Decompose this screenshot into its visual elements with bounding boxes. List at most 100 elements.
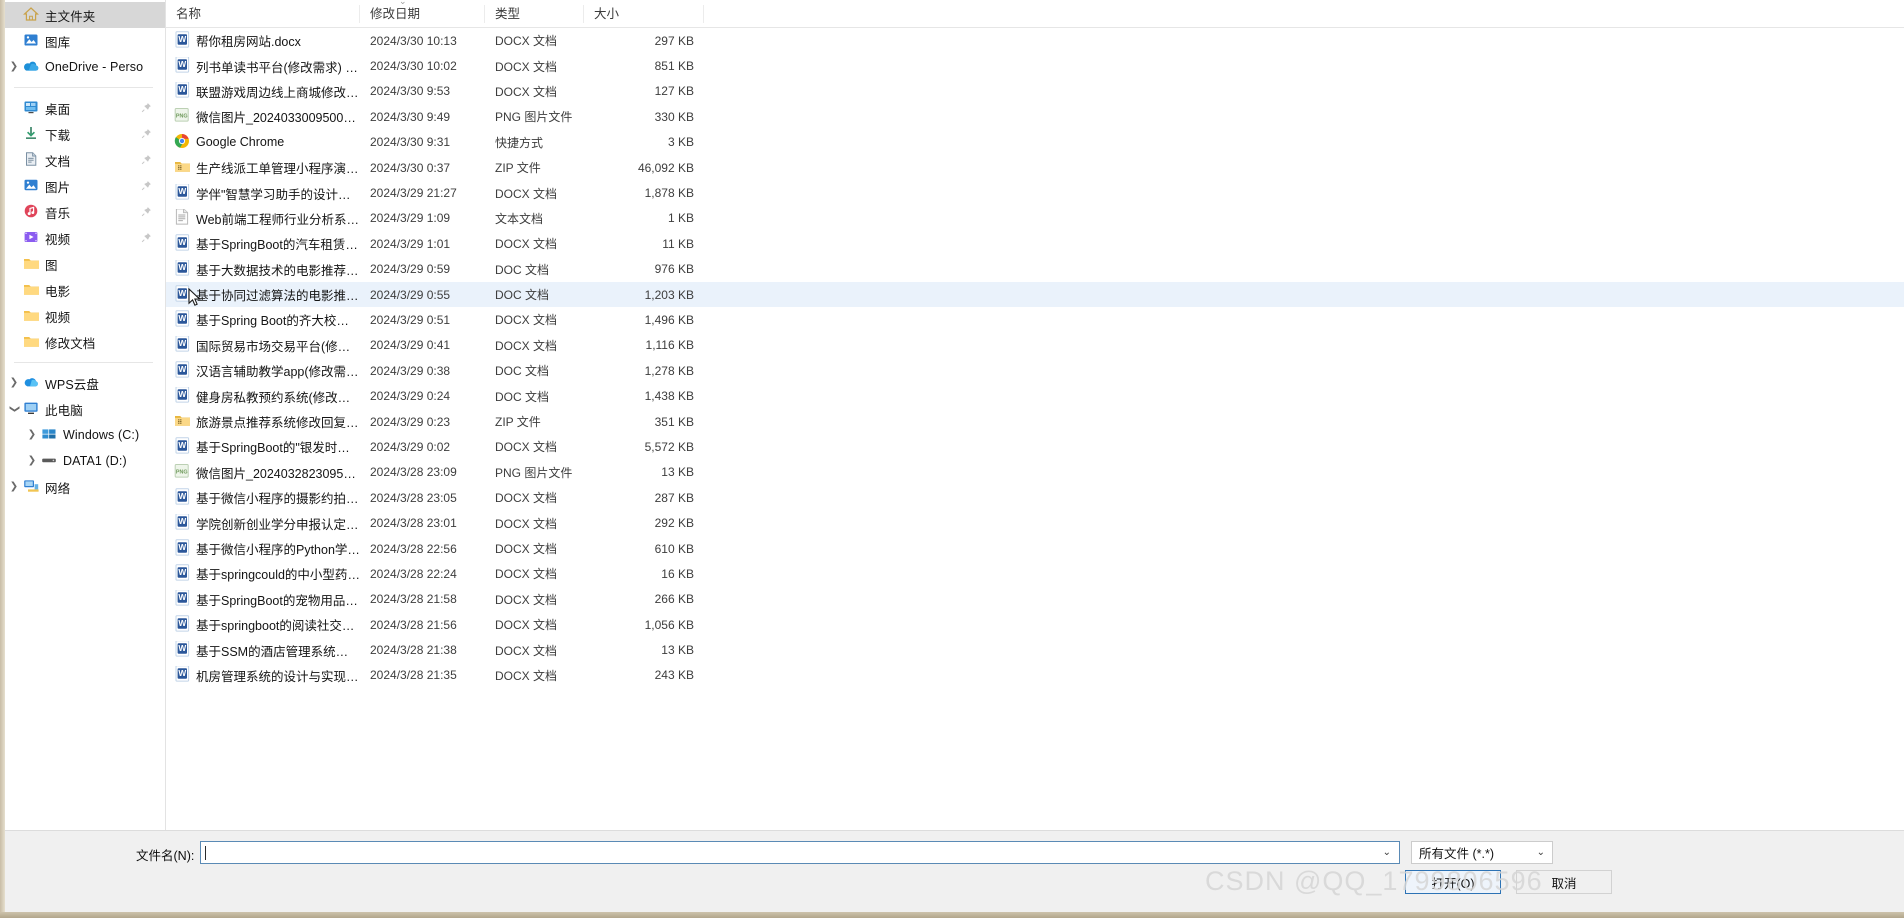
file-list-pane[interactable]: 名称 修改日期 类型 大小 ⌄ W 帮你租房网站.docx 2024/3/30 10… bbox=[166, 0, 1904, 830]
file-name-cell[interactable]: W 基于协同过滤算法的电影推荐系统(修改... bbox=[166, 285, 360, 304]
sidebar-item-19[interactable]: ❯ 网络 bbox=[0, 474, 165, 500]
open-button[interactable]: 打开(O) bbox=[1405, 870, 1501, 894]
table-row[interactable]: W 国际贸易市场交易平台(修改需求) (1).docx 2024/3/29 0:41… bbox=[166, 333, 1904, 358]
file-name-cell[interactable]: W 列书单读书平台(修改需求) (4).docx bbox=[166, 56, 360, 76]
file-name-cell[interactable]: W 学院创新创业学分申报认定管理平台的设... bbox=[166, 513, 360, 533]
chevron-right-icon[interactable]: ❯ bbox=[6, 378, 22, 388]
navigation-sidebar[interactable]: 主文件夹 图库 ❯ OneDrive - Perso 桌面 下载 文档 图片 音乐 视频图电影 视频… bbox=[0, 0, 166, 830]
file-name-cell[interactable]: 生产线派工单管理小程序演示录像2024.z... bbox=[166, 158, 360, 177]
pin-icon[interactable] bbox=[141, 232, 152, 243]
file-name-cell[interactable]: W 汉语言辅助教学app(修改需求) (6).doc bbox=[166, 361, 360, 380]
file-name-cell[interactable]: W 健身房私教预约系统(修改需求).doc bbox=[166, 386, 360, 406]
file-name-cell[interactable]: W 机房管理系统的设计与实现(修改需求) (2... bbox=[166, 665, 360, 685]
file-name-cell[interactable]: 旅游景点推荐系统修改回复.zip bbox=[166, 412, 360, 431]
table-row[interactable]: W 基于SpringBoot的汽车租赁系统(修改需... 2024/3/29 1:0… bbox=[166, 231, 1904, 256]
table-row[interactable]: W 学伴"智慧学习助手的设计与实现(修改需... 2024/3/29 21:27 DO… bbox=[166, 180, 1904, 205]
file-name-cell[interactable]: W 基于Spring Boot的齐大校园网上店铺的... bbox=[166, 310, 360, 329]
sidebar-item-10[interactable]: 图 bbox=[0, 251, 165, 277]
sidebar-item-15[interactable]: ❯ WPS云盘 bbox=[0, 370, 165, 396]
file-name-cell[interactable]: W 基于SpringBoot的宠物用品商城管理系... bbox=[166, 589, 360, 609]
file-name-cell[interactable]: W 基于微信小程序的摄影约拍系统的设计与... bbox=[166, 488, 360, 507]
table-row[interactable]: Google Chrome 2024/3/30 9:31 快捷方式 3 KB bbox=[166, 130, 1904, 155]
column-header-type[interactable]: 类型 bbox=[485, 4, 584, 23]
table-row[interactable]: W 基于springboot的阅读社交平台(修改需... 2024/3/28 21:… bbox=[166, 612, 1904, 637]
table-row[interactable]: W 基于微信小程序的摄影约拍系统的设计与... 2024/3/28 23:05 DOC… bbox=[166, 485, 1904, 510]
sidebar-item-5[interactable]: 下载 bbox=[0, 121, 165, 147]
chevron-down-icon[interactable]: ⌄ bbox=[1537, 847, 1545, 858]
sidebar-item-11[interactable]: 电影 bbox=[0, 277, 165, 303]
sidebar-item-1[interactable]: 图库 bbox=[0, 28, 165, 54]
column-header-name[interactable]: 名称 bbox=[166, 4, 360, 23]
file-name-cell[interactable]: PNG 微信图片_20240328230954.png bbox=[166, 463, 360, 482]
file-type-filter-select[interactable]: 所有文件 (*.*) ⌄ bbox=[1411, 841, 1553, 864]
table-row[interactable]: 生产线派工单管理小程序演示录像2024.z... 2024/3/30 0:37 ZI… bbox=[166, 155, 1904, 180]
sidebar-item-6[interactable]: 文档 bbox=[0, 147, 165, 173]
file-name-cell[interactable]: W 联盟游戏周边线上商城修改回复.docx bbox=[166, 81, 360, 101]
pin-icon[interactable] bbox=[141, 206, 152, 217]
file-name-cell[interactable]: W 学伴"智慧学习助手的设计与实现(修改需... bbox=[166, 183, 360, 203]
table-row[interactable]: W 汉语言辅助教学app(修改需求) (6).doc 2024/3/29 0:38 D… bbox=[166, 358, 1904, 383]
table-row[interactable]: PNG 微信图片_20240330095002.png 2024/3/30 9:49… bbox=[166, 104, 1904, 129]
table-row[interactable]: W 健身房私教预约系统(修改需求).doc 2024/3/29 0:24 DOC 文档… bbox=[166, 383, 1904, 408]
table-row[interactable]: W 帮你租房网站.docx 2024/3/30 10:13 DOCX 文档 297 KB bbox=[166, 28, 1904, 53]
sidebar-item-2[interactable]: ❯ OneDrive - Perso bbox=[0, 54, 165, 80]
file-rows-container[interactable]: W 帮你租房网站.docx 2024/3/30 10:13 DOCX 文档 297 KB… bbox=[166, 28, 1904, 688]
table-row[interactable]: W 基于SpringBoot的宠物用品商城管理系... 2024/3/28 21:5… bbox=[166, 587, 1904, 612]
table-row[interactable]: W 列书单读书平台(修改需求) (4).docx 2024/3/30 10:02 DO… bbox=[166, 53, 1904, 78]
txt-icon bbox=[175, 208, 189, 228]
file-name-cell[interactable]: W 国际贸易市场交易平台(修改需求) (1).docx bbox=[166, 335, 360, 355]
table-row[interactable]: W 基于SSM的酒店管理系统的设计与实现(... 2024/3/28 21:38 DO… bbox=[166, 637, 1904, 662]
file-name-cell[interactable]: W 基于SSM的酒店管理系统的设计与实现(... bbox=[166, 640, 360, 660]
sidebar-item-16[interactable]: ❯ 此电脑 bbox=[0, 396, 165, 422]
filename-input[interactable]: ⌄ bbox=[200, 841, 1400, 864]
table-row[interactable]: W 基于Spring Boot的齐大校园网上店铺的... 2024/3/29 0:5… bbox=[166, 307, 1904, 332]
chevron-down-icon[interactable]: ❯ bbox=[9, 401, 20, 417]
column-header-size[interactable]: 大小 bbox=[584, 4, 704, 23]
table-row[interactable]: W 学院创新创业学分申报认定管理平台的设... 2024/3/28 23:01 DOC… bbox=[166, 510, 1904, 535]
table-row[interactable]: W 联盟游戏周边线上商城修改回复.docx 2024/3/30 9:53 DOCX 文… bbox=[166, 79, 1904, 104]
file-size-cell: 243 KB bbox=[654, 668, 694, 683]
sidebar-item-18[interactable]: ❯ DATA1 (D:) bbox=[0, 448, 165, 474]
pin-icon[interactable] bbox=[141, 180, 152, 191]
file-name-cell[interactable]: W 基于微信小程序的Python学习平台的设... bbox=[166, 539, 360, 558]
sidebar-item-13[interactable]: 修改文档 bbox=[0, 329, 165, 355]
cancel-button[interactable]: 取消 bbox=[1516, 870, 1612, 894]
table-row[interactable]: W 基于SpringBoot的"银发时光"健康养老... 2024/3/29 0:0… bbox=[166, 434, 1904, 459]
table-row[interactable]: W 基于协同过滤算法的电影推荐系统(修改... 2024/3/29 0:55 DOC … bbox=[166, 281, 1904, 308]
sidebar-item-0[interactable]: 主文件夹 bbox=[0, 2, 165, 28]
sidebar-item-4[interactable]: 桌面 bbox=[0, 95, 165, 121]
file-name-cell[interactable]: Web前端工程师行业分析系统(修改需求)... bbox=[166, 208, 360, 228]
table-row[interactable]: PNG 微信图片_20240328230954.png 2024/3/28 23:0… bbox=[166, 460, 1904, 485]
file-name-cell[interactable]: W 基于大数据技术的电影推荐系统设计与实... bbox=[166, 259, 360, 279]
chevron-down-icon[interactable]: ⌄ bbox=[1383, 847, 1391, 858]
pin-icon[interactable] bbox=[141, 128, 152, 139]
chevron-right-icon[interactable]: ❯ bbox=[24, 430, 40, 440]
sidebar-item-8[interactable]: 音乐 bbox=[0, 199, 165, 225]
file-name-cell[interactable]: W 帮你租房网站.docx bbox=[166, 31, 360, 50]
chevron-right-icon[interactable]: ❯ bbox=[6, 62, 22, 72]
table-row[interactable]: W 基于微信小程序的Python学习平台的设... 2024/3/28 22:56 D… bbox=[166, 536, 1904, 561]
column-header-date[interactable]: 修改日期 bbox=[360, 4, 485, 23]
file-name-cell[interactable]: W 基于SpringBoot的汽车租赁系统(修改需... bbox=[166, 234, 360, 253]
sidebar-item-17[interactable]: ❯ Windows (C:) bbox=[0, 422, 165, 448]
table-row[interactable]: Web前端工程师行业分析系统(修改需求)... 2024/3/29 1:09 文本文… bbox=[166, 206, 1904, 231]
table-row[interactable]: W 机房管理系统的设计与实现(修改需求) (2... 2024/3/28 21:35… bbox=[166, 663, 1904, 688]
file-name-cell[interactable]: PNG 微信图片_20240330095002.png bbox=[166, 107, 360, 126]
sidebar-item-9[interactable]: 视频 bbox=[0, 225, 165, 251]
file-size-cell: 13 KB bbox=[661, 465, 694, 480]
chevron-right-icon[interactable]: ❯ bbox=[24, 456, 40, 466]
table-row[interactable]: W 基于大数据技术的电影推荐系统设计与实... 2024/3/29 0:59 DOC … bbox=[166, 257, 1904, 282]
sidebar-item-12[interactable]: 视频 bbox=[0, 303, 165, 329]
sidebar-item-7[interactable]: 图片 bbox=[0, 173, 165, 199]
chevron-right-icon[interactable]: ❯ bbox=[6, 482, 22, 492]
sidebar-item-label: 此电脑 bbox=[45, 403, 83, 418]
table-row[interactable]: 旅游景点推荐系统修改回复.zip 2024/3/29 0:23 ZIP 文件 351 … bbox=[166, 409, 1904, 434]
file-name-cell[interactable]: W 基于SpringBoot的"银发时光"健康养老... bbox=[166, 437, 360, 456]
file-name-cell[interactable]: Google Chrome bbox=[166, 133, 360, 151]
pin-icon[interactable] bbox=[141, 102, 152, 113]
file-name-cell[interactable]: W 基于springcould的中小型药店管理系统(... bbox=[166, 564, 360, 583]
table-row[interactable]: W 基于springcould的中小型药店管理系统(... 2024/3/28 22… bbox=[166, 561, 1904, 586]
file-name-cell[interactable]: W 基于springboot的阅读社交平台(修改需... bbox=[166, 615, 360, 634]
pin-icon[interactable] bbox=[141, 154, 152, 165]
file-size-cell: 976 KB bbox=[654, 262, 694, 277]
